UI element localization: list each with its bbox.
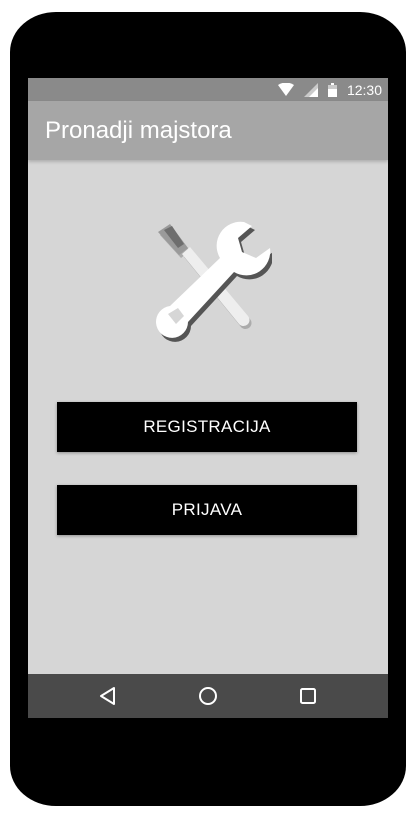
wifi-icon [277,83,294,96]
navigation-bar [28,674,388,718]
status-time: 12:30 [346,81,382,98]
status-bar: 12:30 [28,78,388,101]
login-button[interactable]: PRIJAVA [57,485,357,535]
battery-icon [327,82,337,97]
tools-icon [156,221,272,342]
back-icon[interactable] [96,684,120,708]
home-icon[interactable] [196,684,220,708]
signal-icon [303,82,318,97]
app-title: Pronadji majstora [45,117,232,144]
register-button[interactable]: REGISTRACIJA [57,402,357,452]
app-bar: Pronadji majstora [28,101,388,160]
screen: 12:30 Pronadji majstora REGISTRACIJA PRI… [28,78,388,718]
recent-apps-icon[interactable] [296,684,320,708]
status-icons: 12:30 [277,78,382,101]
